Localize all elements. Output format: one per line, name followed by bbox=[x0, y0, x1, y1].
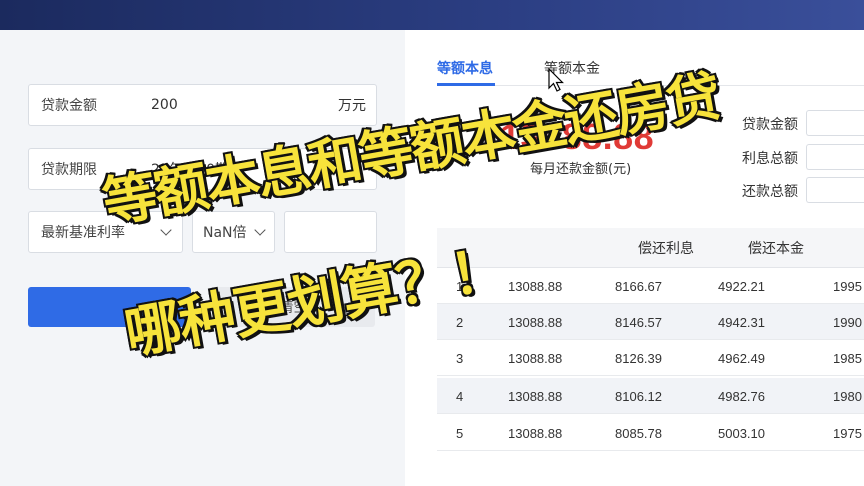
principal-cell: 4942.31 bbox=[718, 315, 765, 330]
principal-cell: 5003.10 bbox=[718, 426, 765, 441]
summary-interest-total-label: 利息总额 bbox=[742, 151, 798, 167]
rate-multiplier-value: NaN倍 bbox=[203, 225, 247, 241]
table-row: 3 13088.88 8126.39 4962.49 1985 bbox=[437, 340, 864, 376]
summary-loan-amount-label: 贷款金额 bbox=[742, 117, 798, 133]
summary-repay-total-label: 还款总额 bbox=[742, 184, 798, 200]
header-principal: 偿还本金 bbox=[748, 241, 804, 257]
summary-loan-amount-box bbox=[806, 110, 864, 136]
table-row: 2 13088.88 8146.57 4942.31 1990 bbox=[437, 304, 864, 340]
period-cell: 5 bbox=[456, 426, 464, 441]
payment-cell: 13088.88 bbox=[508, 315, 563, 330]
period-cell: 2 bbox=[456, 315, 464, 330]
interest-cell: 8146.57 bbox=[615, 315, 662, 330]
period-cell: 3 bbox=[456, 351, 464, 366]
payment-cell: 13088.88 bbox=[508, 351, 563, 366]
interest-cell: 8106.12 bbox=[615, 389, 662, 404]
interest-cell: 8166.67 bbox=[615, 279, 662, 294]
principal-cell: 4922.21 bbox=[718, 279, 765, 294]
remaining-cell: 1995 bbox=[833, 279, 862, 294]
active-tab-indicator bbox=[437, 83, 495, 86]
table-row: 4 13088.88 8106.12 4982.76 1980 bbox=[437, 378, 864, 414]
table-row: 5 13088.88 8085.78 5003.10 1975 bbox=[437, 415, 864, 451]
top-banner bbox=[0, 0, 864, 30]
interest-cell: 8085.78 bbox=[615, 426, 662, 441]
chevron-down-icon bbox=[254, 224, 266, 236]
payment-cell: 13088.88 bbox=[508, 426, 563, 441]
loan-amount-label: 贷款金额 bbox=[41, 98, 97, 114]
interest-cell: 8126.39 bbox=[615, 351, 662, 366]
payment-cell: 13088.88 bbox=[508, 389, 563, 404]
header-interest: 偿还利息 bbox=[638, 241, 694, 257]
tab-equal-installment[interactable]: 等额本息 bbox=[437, 58, 493, 78]
remaining-cell: 1980 bbox=[833, 389, 862, 404]
loan-amount-value[interactable]: 200 bbox=[151, 97, 178, 113]
remaining-cell: 1985 bbox=[833, 351, 862, 366]
remaining-cell: 1990 bbox=[833, 315, 862, 330]
principal-cell: 4982.76 bbox=[718, 389, 765, 404]
loan-term-label: 贷款期限 bbox=[41, 162, 97, 178]
remaining-cell: 1975 bbox=[833, 426, 862, 441]
summary-repay-total-box bbox=[806, 177, 864, 203]
summary-interest-total-box bbox=[806, 144, 864, 170]
period-cell: 4 bbox=[456, 389, 464, 404]
principal-cell: 4962.49 bbox=[718, 351, 765, 366]
payment-cell: 13088.88 bbox=[508, 279, 563, 294]
